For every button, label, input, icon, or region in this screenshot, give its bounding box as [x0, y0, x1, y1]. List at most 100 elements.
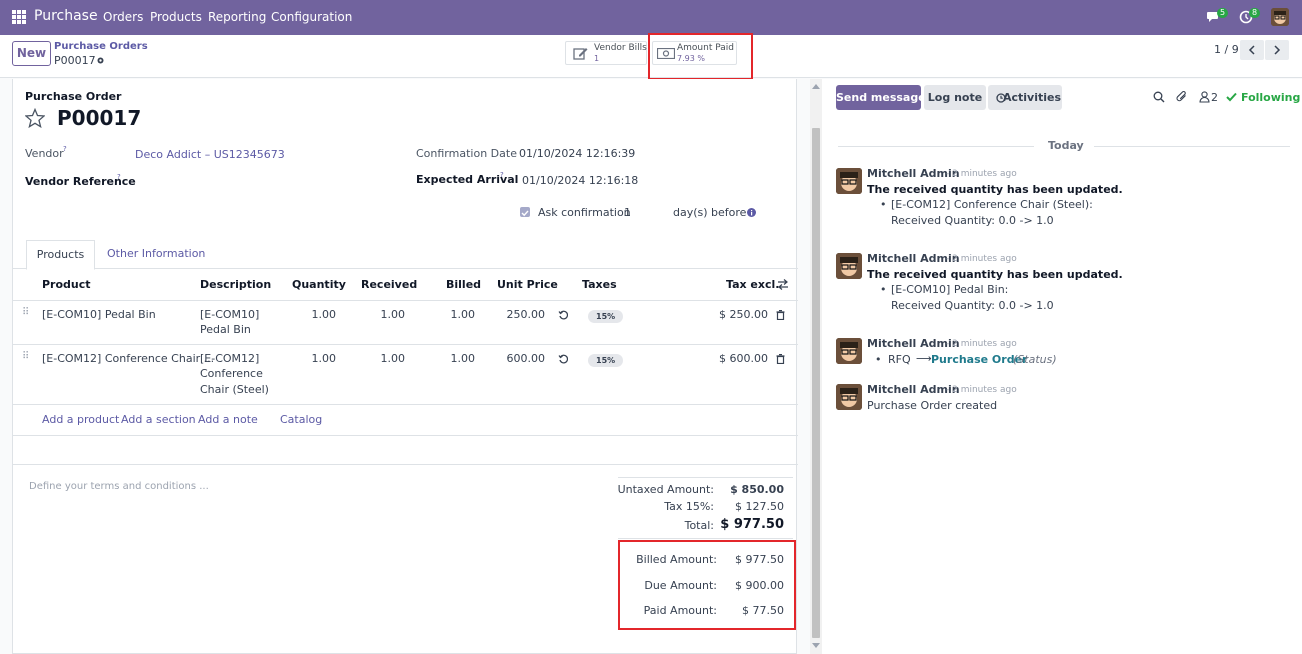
- message-time: - 2 minutes ago: [946, 385, 1017, 395]
- line-billed[interactable]: 1.00: [424, 352, 476, 365]
- column-received[interactable]: Received: [361, 278, 417, 291]
- message-detail: Received Quantity: 0.0 -> 1.0: [891, 214, 1054, 227]
- order-number: P00017: [57, 106, 142, 130]
- avatar[interactable]: [836, 168, 862, 194]
- line-product[interactable]: [E-COM12] Conference Chair ...: [42, 352, 214, 365]
- avatar[interactable]: [836, 253, 862, 279]
- confirmation-date-value[interactable]: 01/10/2024 12:16:39: [519, 147, 635, 160]
- followers-count[interactable]: 2: [1211, 91, 1218, 104]
- table-row[interactable]: ⠿ [E-COM10] Pedal Bin [E-COM10] Pedal Bi…: [13, 301, 798, 345]
- optional-columns-icon[interactable]: [777, 279, 789, 290]
- breadcrumb-current: P00017: [54, 54, 96, 67]
- gear-icon[interactable]: [96, 56, 105, 65]
- menu-orders[interactable]: Orders: [103, 10, 143, 24]
- followers-user-icon[interactable]: [1199, 91, 1210, 103]
- trash-icon[interactable]: [776, 354, 785, 364]
- chevron-right-icon: [1274, 45, 1281, 55]
- paperclip-icon[interactable]: [1176, 90, 1188, 103]
- app-grid-icon[interactable]: [12, 10, 26, 24]
- avatar[interactable]: [836, 338, 862, 364]
- add-product-link[interactable]: Add a product: [42, 413, 119, 426]
- following-button[interactable]: Following: [1241, 91, 1300, 104]
- amount-paid-highlight: [648, 33, 753, 80]
- vendor-label: Vendor: [25, 147, 64, 160]
- pager-value[interactable]: 1 / 9: [1214, 43, 1239, 56]
- tax-tag[interactable]: 15%: [588, 354, 624, 367]
- drag-handle-icon[interactable]: ⠿: [22, 307, 29, 318]
- column-unit-price[interactable]: Unit Price: [497, 278, 558, 291]
- avatar[interactable]: [836, 384, 862, 410]
- column-description[interactable]: Description: [200, 278, 271, 291]
- user-avatar[interactable]: [1271, 8, 1289, 26]
- untaxed-amount-label: Untaxed Amount:: [617, 483, 714, 496]
- column-product[interactable]: Product: [42, 278, 91, 291]
- expected-arrival-help-icon[interactable]: ?: [500, 171, 504, 179]
- vendor-bills-button[interactable]: Vendor Bills 1: [565, 41, 647, 65]
- line-quantity[interactable]: 1.00: [285, 308, 337, 321]
- add-section-link[interactable]: Add a section: [121, 413, 196, 426]
- drag-handle-icon[interactable]: ⠿: [22, 351, 29, 362]
- line-description[interactable]: [E-COM10]: [200, 308, 259, 321]
- breadcrumb-parent[interactable]: Purchase Orders: [54, 41, 148, 52]
- confirmation-date-label: Confirmation Date: [416, 147, 517, 160]
- line-product[interactable]: [E-COM10] Pedal Bin: [42, 308, 156, 321]
- vendor-bills-label: Vendor Bills: [594, 43, 647, 53]
- new-button[interactable]: New: [12, 41, 51, 66]
- info-icon[interactable]: [747, 208, 756, 217]
- history-icon[interactable]: [558, 310, 568, 320]
- menu-products[interactable]: Products: [150, 10, 202, 24]
- line-unit-price[interactable]: 600.00: [494, 352, 546, 365]
- tab-other-information[interactable]: Other Information: [107, 247, 205, 260]
- column-taxes[interactable]: Taxes: [582, 278, 617, 291]
- log-note-button[interactable]: Log note: [924, 85, 986, 110]
- history-icon[interactable]: [558, 354, 568, 364]
- search-icon[interactable]: [1153, 91, 1165, 103]
- line-quantity[interactable]: 1.00: [285, 352, 337, 365]
- activities-button[interactable]: Activities: [988, 85, 1062, 110]
- scroll-down-arrow-icon[interactable]: [812, 643, 820, 649]
- line-received[interactable]: 1.00: [354, 352, 406, 365]
- column-tax-excl[interactable]: Tax excl.: [726, 278, 779, 291]
- scrollbar-thumb[interactable]: [812, 128, 820, 638]
- vendor-help-icon[interactable]: ?: [63, 145, 67, 153]
- vendor-reference-input[interactable]: [135, 171, 385, 189]
- column-quantity[interactable]: Quantity: [292, 278, 346, 291]
- line-billed[interactable]: 1.00: [424, 308, 476, 321]
- form-title-label: Purchase Order: [25, 90, 122, 103]
- trash-icon[interactable]: [776, 310, 785, 320]
- line-description[interactable]: Chair (Steel): [200, 383, 269, 396]
- menu-reporting[interactable]: Reporting: [208, 10, 266, 24]
- tax-tag[interactable]: 15%: [588, 310, 624, 323]
- scroll-up-arrow-icon[interactable]: [812, 83, 820, 89]
- message-detail: Received Quantity: 0.0 -> 1.0: [891, 299, 1054, 312]
- column-billed[interactable]: Billed: [446, 278, 481, 291]
- line-unit-price[interactable]: 250.00: [494, 308, 546, 321]
- app-name[interactable]: Purchase: [34, 8, 98, 24]
- add-note-link[interactable]: Add a note: [198, 413, 258, 426]
- catalog-link[interactable]: Catalog: [280, 413, 322, 426]
- total-value: $ 977.50: [720, 517, 784, 532]
- star-icon[interactable]: [25, 108, 45, 128]
- line-description[interactable]: Conference: [200, 367, 263, 380]
- pager-previous-button[interactable]: [1240, 40, 1264, 60]
- ask-confirmation-days[interactable]: 1: [624, 206, 631, 219]
- line-received[interactable]: 1.00: [354, 308, 406, 321]
- menu-configuration[interactable]: Configuration: [271, 10, 352, 24]
- send-message-button[interactable]: Send message: [836, 85, 926, 110]
- activities-badge: 8: [1249, 8, 1261, 18]
- clock-icon: [996, 93, 1006, 103]
- table-row[interactable]: ⠿ [E-COM12] Conference Chair ... [E-COM1…: [13, 345, 798, 403]
- vendor-reference-help-icon[interactable]: ?: [117, 173, 121, 181]
- form-scrollbar[interactable]: [810, 79, 822, 654]
- expected-arrival-value[interactable]: 01/10/2024 12:16:18: [522, 174, 638, 187]
- avatar-icon: [836, 168, 862, 194]
- tab-products[interactable]: Products: [26, 240, 95, 270]
- tracking-old-value: RFQ: [888, 353, 911, 366]
- terms-input[interactable]: Define your terms and conditions ...: [29, 481, 209, 492]
- line-description[interactable]: [E-COM12]: [200, 352, 259, 365]
- ask-confirmation-checkbox[interactable]: [520, 207, 530, 217]
- pager-next-button[interactable]: [1265, 40, 1289, 60]
- total-label: Total:: [684, 519, 714, 532]
- line-description[interactable]: Pedal Bin: [200, 323, 251, 336]
- vendor-field[interactable]: Deco Addict – US12345673: [135, 148, 285, 161]
